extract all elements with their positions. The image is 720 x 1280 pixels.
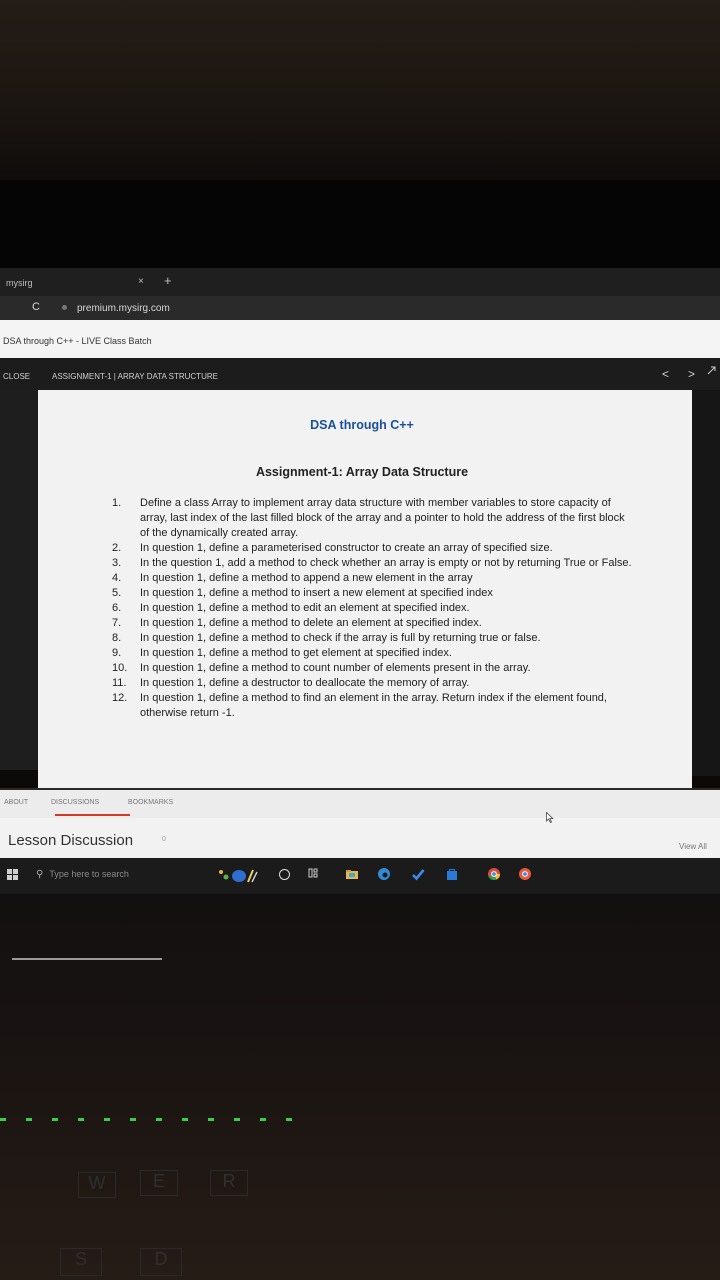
reload-icon[interactable]: C	[32, 301, 40, 313]
keyboard-key: R	[210, 1170, 248, 1196]
browser-tab-title[interactable]: mysirg	[6, 278, 33, 288]
browser-tab-bar: mysirg × +	[0, 268, 720, 296]
discussion-count-badge: 0	[162, 836, 166, 843]
document-title: DSA through C++	[310, 418, 414, 432]
question-number: 11.	[112, 677, 127, 689]
question-number: 2.	[112, 542, 122, 554]
question-list: 1. Define a class Array to implement arra…	[112, 496, 632, 721]
list-item: 11. In question 1, define a destructor to…	[112, 676, 632, 691]
chrome-profile-icon[interactable]	[518, 867, 532, 881]
question-number: 5.	[112, 587, 122, 599]
question-text: In question 1, define a method to count …	[140, 662, 531, 674]
document-subtitle: Assignment-1: Array Data Structure	[255, 465, 469, 479]
keyboard-key: W	[78, 1172, 116, 1198]
tab-about[interactable]: ABOUT	[4, 799, 28, 806]
new-tab-button[interactable]: +	[164, 273, 172, 288]
question-text: In question 1, define a method to check …	[140, 632, 541, 644]
site-info-icon[interactable]	[62, 305, 67, 310]
tab-discussions[interactable]: DISCUSSIONS	[51, 799, 99, 806]
question-text: In question 1, define a parameterised co…	[140, 542, 553, 554]
list-item: 8. In question 1, define a method to chec…	[112, 631, 632, 646]
list-item: 10. In question 1, define a method to cou…	[112, 661, 632, 676]
list-item: 3. In the question 1, add a method to che…	[112, 556, 632, 571]
question-text: Define a class Array to implement array …	[140, 497, 625, 539]
cortana-icon[interactable]	[279, 869, 290, 880]
course-title: DSA through C++ - LIVE Class Batch	[3, 336, 152, 346]
monitor-bezel	[0, 180, 720, 268]
windows-taskbar: ⚲ Type here to search	[0, 858, 720, 894]
question-text: In question 1, define a method to append…	[140, 572, 473, 584]
question-text: In question 1, define a method to find a…	[140, 692, 607, 719]
question-text: In the question 1, add a method to check…	[140, 557, 632, 569]
file-explorer-icon[interactable]	[345, 867, 359, 881]
assignment-title: ASSIGNMENT-1 | ARRAY DATA STRUCTURE	[52, 372, 218, 381]
view-all-link[interactable]: View All	[679, 842, 707, 851]
question-number: 1.	[112, 497, 122, 509]
tab-close-icon[interactable]: ×	[138, 276, 144, 287]
url-field[interactable]: premium.mysirg.com	[77, 303, 170, 314]
store-icon[interactable]	[445, 867, 459, 881]
question-text: In question 1, define a method to get el…	[140, 647, 452, 659]
address-bar: C premium.mysirg.com	[0, 296, 720, 320]
chrome-icon[interactable]	[487, 867, 501, 881]
list-item: 7. In question 1, define a method to dele…	[112, 616, 632, 631]
expand-icon[interactable]	[707, 366, 716, 377]
assignment-document: DSA through C++ Assignment-1: Array Data…	[38, 390, 692, 788]
question-text: In question 1, define a destructor to de…	[140, 677, 470, 689]
question-text: In question 1, define a method to delete…	[140, 617, 482, 629]
list-item: 9. In question 1, define a method to get …	[112, 646, 632, 661]
edge-icon[interactable]	[377, 867, 391, 881]
search-icon: ⚲	[36, 869, 44, 880]
search-placeholder: Type here to search	[49, 869, 129, 879]
keyboard-key: S	[60, 1248, 102, 1276]
mouse-cursor-icon	[546, 811, 554, 826]
question-number: 10.	[112, 662, 128, 674]
question-number: 6.	[112, 602, 122, 614]
tab-bookmarks[interactable]: BOOKMARKS	[128, 799, 173, 806]
lesson-discussion-heading: Lesson Discussion	[8, 832, 134, 849]
question-text: In question 1, define a method to edit a…	[140, 602, 470, 614]
question-number: 7.	[112, 617, 122, 629]
list-item: 12. In question 1, define a method to fin…	[112, 691, 632, 721]
discussion-section: Lesson Discussion 0 View All	[0, 811, 720, 858]
viewer-toolbar: CLOSE ASSIGNMENT-1 | ARRAY DATA STRUCTUR…	[0, 358, 720, 390]
windows-icon[interactable]	[7, 869, 19, 881]
room-background	[0, 0, 720, 190]
list-item: 6. In question 1, define a method to edit…	[112, 601, 632, 616]
keyboard-key: E	[140, 1170, 178, 1196]
list-item: 5. In question 1, define a method to inse…	[112, 586, 632, 601]
question-number: 4.	[112, 572, 122, 584]
weather-icon[interactable]	[215, 864, 259, 886]
question-number: 12.	[112, 692, 128, 704]
task-view-icon[interactable]	[308, 868, 318, 878]
question-number: 8.	[112, 632, 122, 644]
active-tab-indicator	[55, 814, 130, 816]
list-item: 2. In question 1, define a parameterised …	[112, 541, 632, 556]
question-text: In question 1, define a method to insert…	[140, 587, 493, 599]
list-item: 1. Define a class Array to implement arra…	[112, 496, 632, 541]
taskbar-search-box[interactable]: ⚲ Type here to search	[36, 869, 129, 880]
keyboard-backlight	[0, 1118, 310, 1121]
next-button[interactable]: >	[688, 367, 695, 381]
todo-icon[interactable]	[411, 867, 425, 881]
list-item: 4. In question 1, define a method to appe…	[112, 571, 632, 586]
previous-button[interactable]: <	[662, 367, 669, 381]
lesson-tabs: ABOUT DISCUSSIONS BOOKMARKS	[0, 788, 720, 820]
question-number: 9.	[112, 647, 122, 659]
laptop-edge	[12, 958, 162, 960]
desk-background: W E R S D	[0, 894, 720, 1280]
course-header: DSA through C++ - LIVE Class Batch	[0, 320, 720, 358]
keyboard-key: D	[140, 1248, 182, 1276]
question-number: 3.	[112, 557, 122, 569]
close-button[interactable]: CLOSE	[3, 372, 30, 381]
